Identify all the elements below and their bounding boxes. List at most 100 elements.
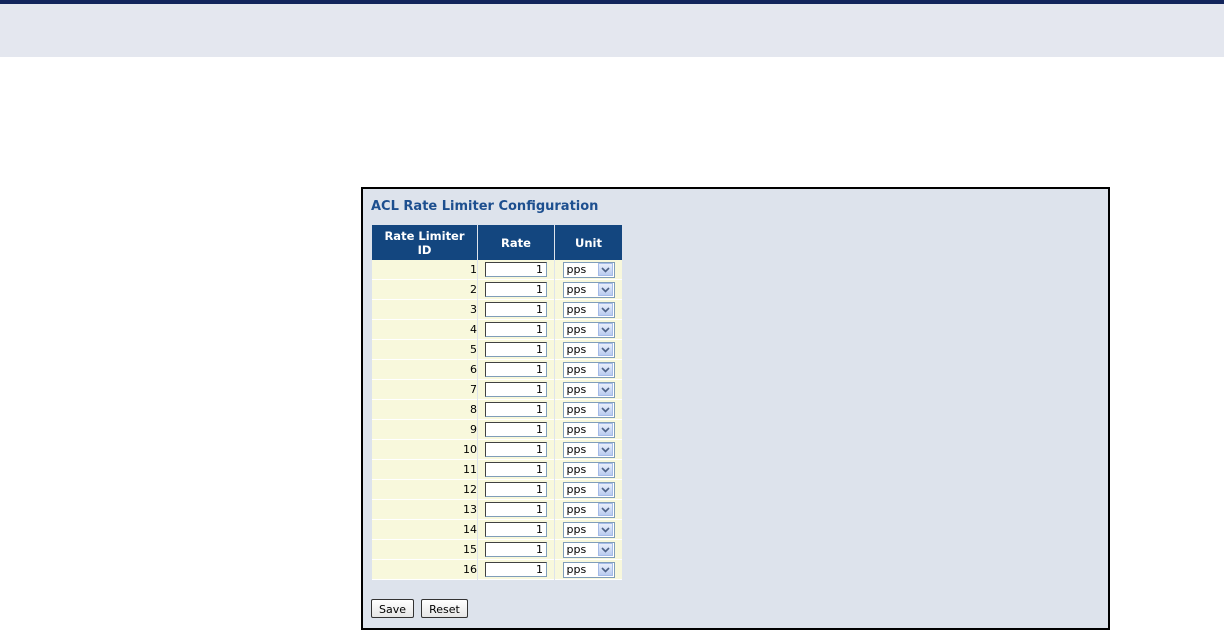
chevron-down-icon[interactable] <box>597 523 613 536</box>
chevron-down-icon[interactable] <box>597 283 613 296</box>
rate-input[interactable] <box>485 382 547 397</box>
unit-select[interactable]: pps <box>562 481 615 498</box>
rate-cell <box>478 280 554 300</box>
rate-input[interactable] <box>485 562 547 577</box>
unit-value: pps <box>566 363 587 376</box>
chevron-down-icon[interactable] <box>597 443 613 456</box>
unit-select[interactable]: pps <box>562 561 615 578</box>
table-row: 2 pps <box>372 280 622 300</box>
chevron-down-icon[interactable] <box>597 563 613 576</box>
unit-select[interactable]: pps <box>562 261 615 278</box>
unit-value: pps <box>566 383 587 396</box>
rate-cell <box>478 460 554 480</box>
chevron-down-icon[interactable] <box>597 323 613 336</box>
table-row: 9 pps <box>372 420 622 440</box>
unit-cell: pps <box>555 400 622 420</box>
rate-cell <box>478 440 554 460</box>
unit-value: pps <box>566 563 587 576</box>
chevron-down-icon[interactable] <box>597 463 613 476</box>
unit-cell: pps <box>555 320 622 340</box>
unit-select[interactable]: pps <box>562 281 615 298</box>
unit-value: pps <box>566 503 587 516</box>
chevron-down-icon[interactable] <box>597 263 613 276</box>
rate-limiter-id: 12 <box>372 480 477 500</box>
unit-value: pps <box>566 483 587 496</box>
unit-select[interactable]: pps <box>562 461 615 478</box>
column-header-unit: Unit <box>555 225 622 260</box>
unit-select[interactable]: pps <box>562 421 615 438</box>
unit-value: pps <box>566 423 587 436</box>
rate-cell <box>478 560 554 580</box>
unit-select[interactable]: pps <box>562 361 615 378</box>
button-bar: Save Reset <box>371 598 470 618</box>
chevron-down-icon[interactable] <box>597 543 613 556</box>
rate-limiter-id: 7 <box>372 380 477 400</box>
rate-input[interactable] <box>485 282 547 297</box>
unit-value: pps <box>566 443 587 456</box>
rate-limiter-id: 5 <box>372 340 477 360</box>
chevron-down-icon[interactable] <box>597 503 613 516</box>
rate-cell <box>478 260 554 280</box>
unit-cell: pps <box>555 280 622 300</box>
unit-select[interactable]: pps <box>562 521 615 538</box>
unit-select[interactable]: pps <box>562 321 615 338</box>
rate-input[interactable] <box>485 542 547 557</box>
unit-select[interactable]: pps <box>562 381 615 398</box>
rate-input[interactable] <box>485 502 547 517</box>
rate-input[interactable] <box>485 462 547 477</box>
table-row: 3 pps <box>372 300 622 320</box>
unit-cell: pps <box>555 520 622 540</box>
rate-input[interactable] <box>485 422 547 437</box>
unit-select[interactable]: pps <box>562 541 615 558</box>
unit-select[interactable]: pps <box>562 441 615 458</box>
unit-cell: pps <box>555 420 622 440</box>
rate-cell <box>478 420 554 440</box>
table-row: 10 pps <box>372 440 622 460</box>
rate-limiter-id: 8 <box>372 400 477 420</box>
unit-select[interactable]: pps <box>562 301 615 318</box>
chevron-down-icon[interactable] <box>597 363 613 376</box>
rate-input[interactable] <box>485 402 547 417</box>
rate-cell <box>478 520 554 540</box>
chevron-down-icon[interactable] <box>597 303 613 316</box>
reset-button[interactable]: Reset <box>421 599 468 618</box>
rate-limiter-table: Rate Limiter ID Rate Unit 1 pps 2 <box>371 225 623 580</box>
unit-cell: pps <box>555 300 622 320</box>
unit-select[interactable]: pps <box>562 401 615 418</box>
rate-input[interactable] <box>485 322 547 337</box>
rate-input[interactable] <box>485 262 547 277</box>
rate-limiter-id: 16 <box>372 560 477 580</box>
rate-input[interactable] <box>485 302 547 317</box>
table-row: 12 pps <box>372 480 622 500</box>
table-row: 6 pps <box>372 360 622 380</box>
unit-select[interactable]: pps <box>562 341 615 358</box>
rate-input[interactable] <box>485 442 547 457</box>
unit-value: pps <box>566 463 587 476</box>
column-header-rate-limiter-id: Rate Limiter ID <box>372 225 477 260</box>
rate-input[interactable] <box>485 362 547 377</box>
rate-cell <box>478 380 554 400</box>
unit-value: pps <box>566 343 587 356</box>
chevron-down-icon[interactable] <box>597 383 613 396</box>
table-row: 4 pps <box>372 320 622 340</box>
chevron-down-icon[interactable] <box>597 423 613 436</box>
rate-limiter-id: 6 <box>372 360 477 380</box>
table-header-row: Rate Limiter ID Rate Unit <box>372 225 622 260</box>
chevron-down-icon[interactable] <box>597 483 613 496</box>
unit-cell: pps <box>555 480 622 500</box>
top-band <box>0 4 1224 57</box>
chevron-down-icon[interactable] <box>597 403 613 416</box>
chevron-down-icon[interactable] <box>597 343 613 356</box>
unit-value: pps <box>566 303 587 316</box>
rate-cell <box>478 400 554 420</box>
unit-value: pps <box>566 523 587 536</box>
unit-cell: pps <box>555 360 622 380</box>
rate-input[interactable] <box>485 482 547 497</box>
rate-input[interactable] <box>485 342 547 357</box>
table-row: 16 pps <box>372 560 622 580</box>
table-row: 15 pps <box>372 540 622 560</box>
save-button[interactable]: Save <box>371 599 415 618</box>
unit-select[interactable]: pps <box>562 501 615 518</box>
rate-limiter-id: 10 <box>372 440 477 460</box>
rate-input[interactable] <box>485 522 547 537</box>
